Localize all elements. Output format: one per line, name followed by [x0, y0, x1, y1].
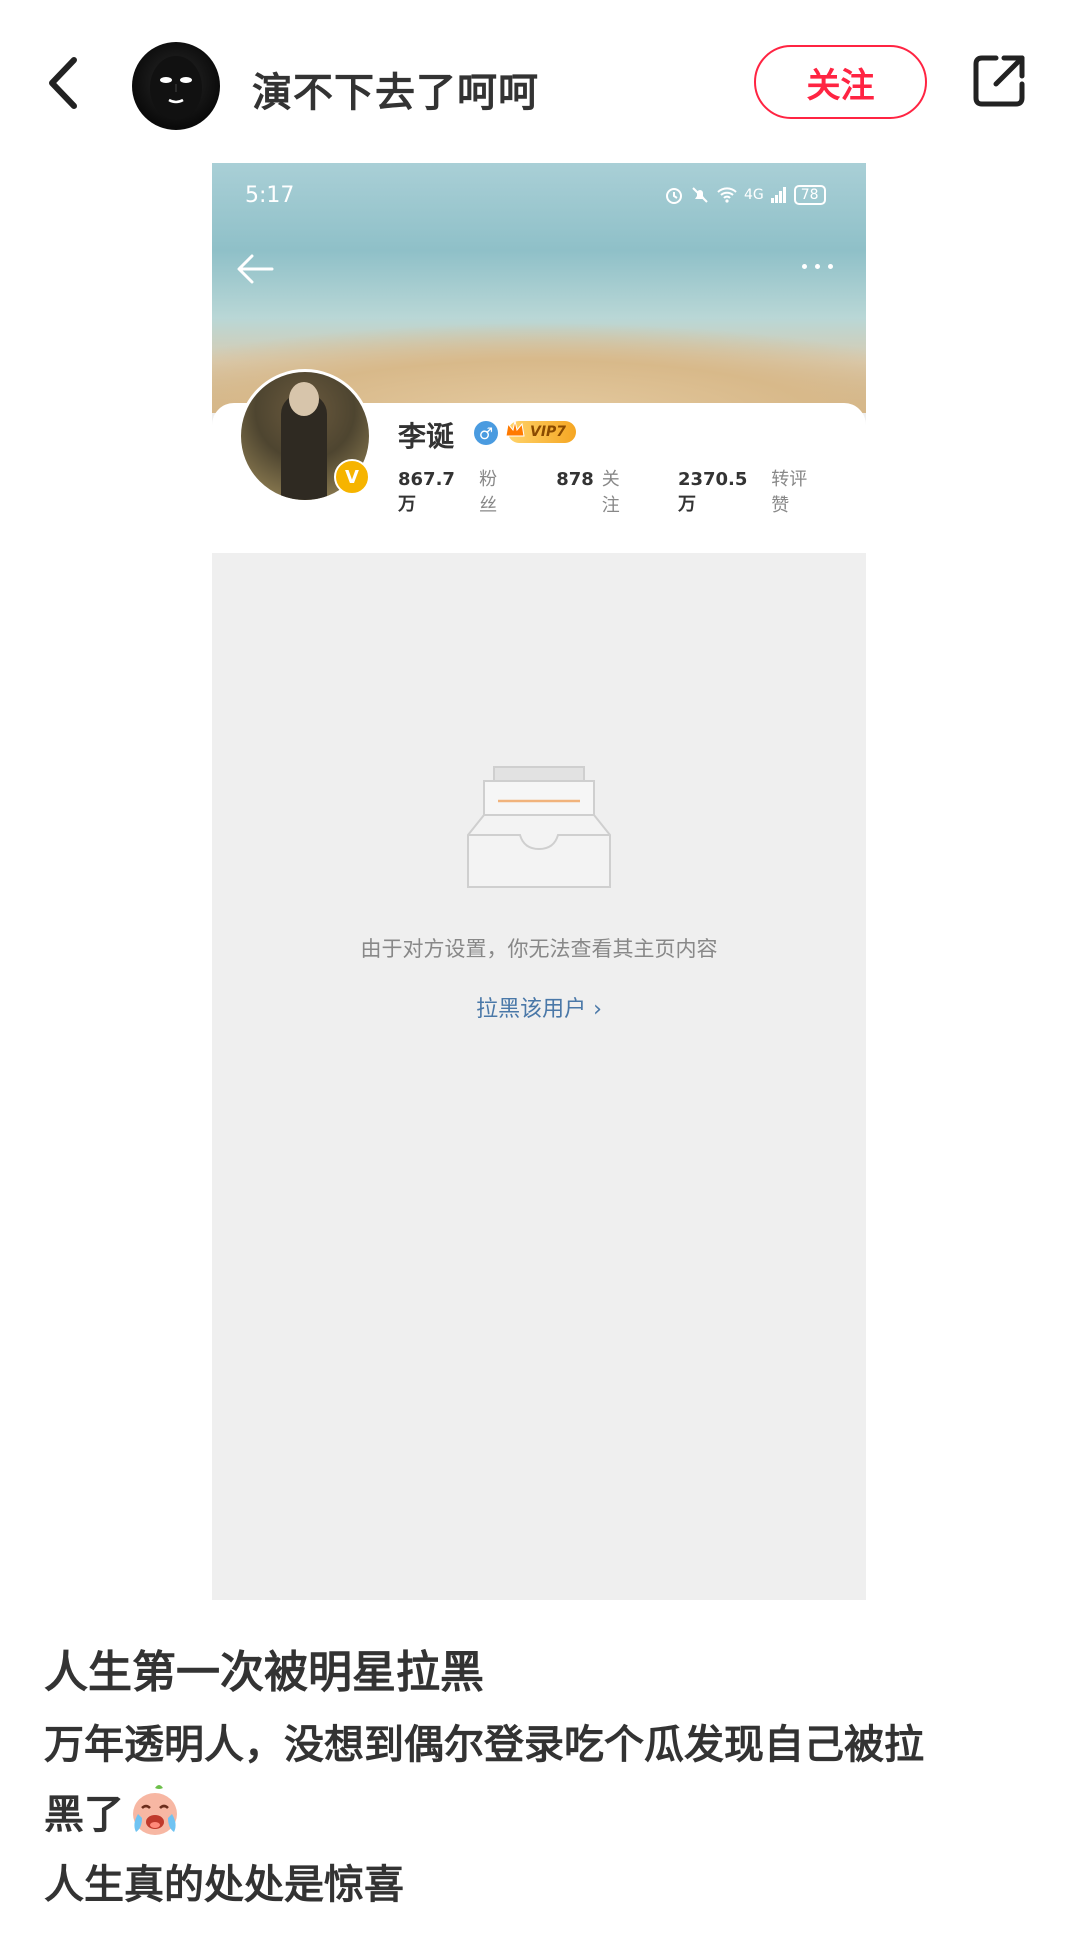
post-body: 万年透明人，没想到偶尔登录吃个瓜发现自己被拉 黑了 人生真的处处是惊喜 — [44, 1710, 1044, 1920]
post-title: 人生第一次被明星拉黑 — [44, 1647, 484, 1698]
stat-followers[interactable]: 867.7万 粉丝 — [398, 465, 514, 517]
more-icon[interactable] — [802, 259, 848, 273]
crown-icon — [505, 420, 525, 437]
chevron-left-icon — [49, 57, 77, 109]
battery-indicator: 78 — [793, 185, 826, 205]
back-button[interactable] — [38, 50, 94, 116]
verified-badge: V — [334, 459, 370, 495]
post-line: 人生真的处处是惊喜 — [44, 1862, 404, 1908]
share-button[interactable] — [968, 50, 1030, 112]
stat-interactions[interactable]: 2370.5万 转评赞 — [678, 465, 824, 517]
status-icons: 4G 78 — [664, 183, 826, 207]
post-line: 万年透明人，没想到偶尔登录吃个瓜发现自己被拉 — [44, 1722, 924, 1768]
empty-inbox-icon — [467, 766, 611, 888]
alarm-icon — [666, 188, 682, 204]
block-user-link[interactable]: 拉黑该用户 › — [212, 991, 866, 1023]
arrow-left-icon[interactable] — [232, 249, 278, 289]
post-line: 黑了 — [44, 1780, 1044, 1850]
profile-name: 李诞 — [398, 420, 455, 453]
post-image[interactable]: 5:17 4G 78 V 李诞 ♂ VIP7 867.7万 粉丝 878 关注 … — [212, 163, 866, 1600]
crying-face-emoji — [133, 1785, 177, 1835]
mute-icon — [692, 187, 708, 203]
profile-stats: 867.7万 粉丝 878 关注 2370.5万 转评赞 — [398, 465, 866, 517]
top-bar: 演不下去了呵呵 关注 — [0, 0, 1079, 170]
follow-button[interactable]: 关注 — [754, 45, 927, 119]
male-icon: ♂ — [474, 421, 498, 445]
wifi-icon — [717, 187, 737, 203]
author-avatar[interactable] — [132, 42, 220, 130]
status-time: 5:17 — [245, 183, 295, 208]
vip-badge: VIP7 — [505, 420, 577, 443]
author-name[interactable]: 演不下去了呵呵 — [252, 60, 539, 118]
signal-icon — [770, 187, 786, 203]
stat-following[interactable]: 878 关注 — [556, 465, 636, 517]
empty-message: 由于对方设置，你无法查看其主页内容 — [360, 937, 718, 961]
network-label: 4G — [744, 187, 764, 203]
share-icon — [973, 55, 1025, 107]
face-mask-icon — [150, 56, 202, 120]
